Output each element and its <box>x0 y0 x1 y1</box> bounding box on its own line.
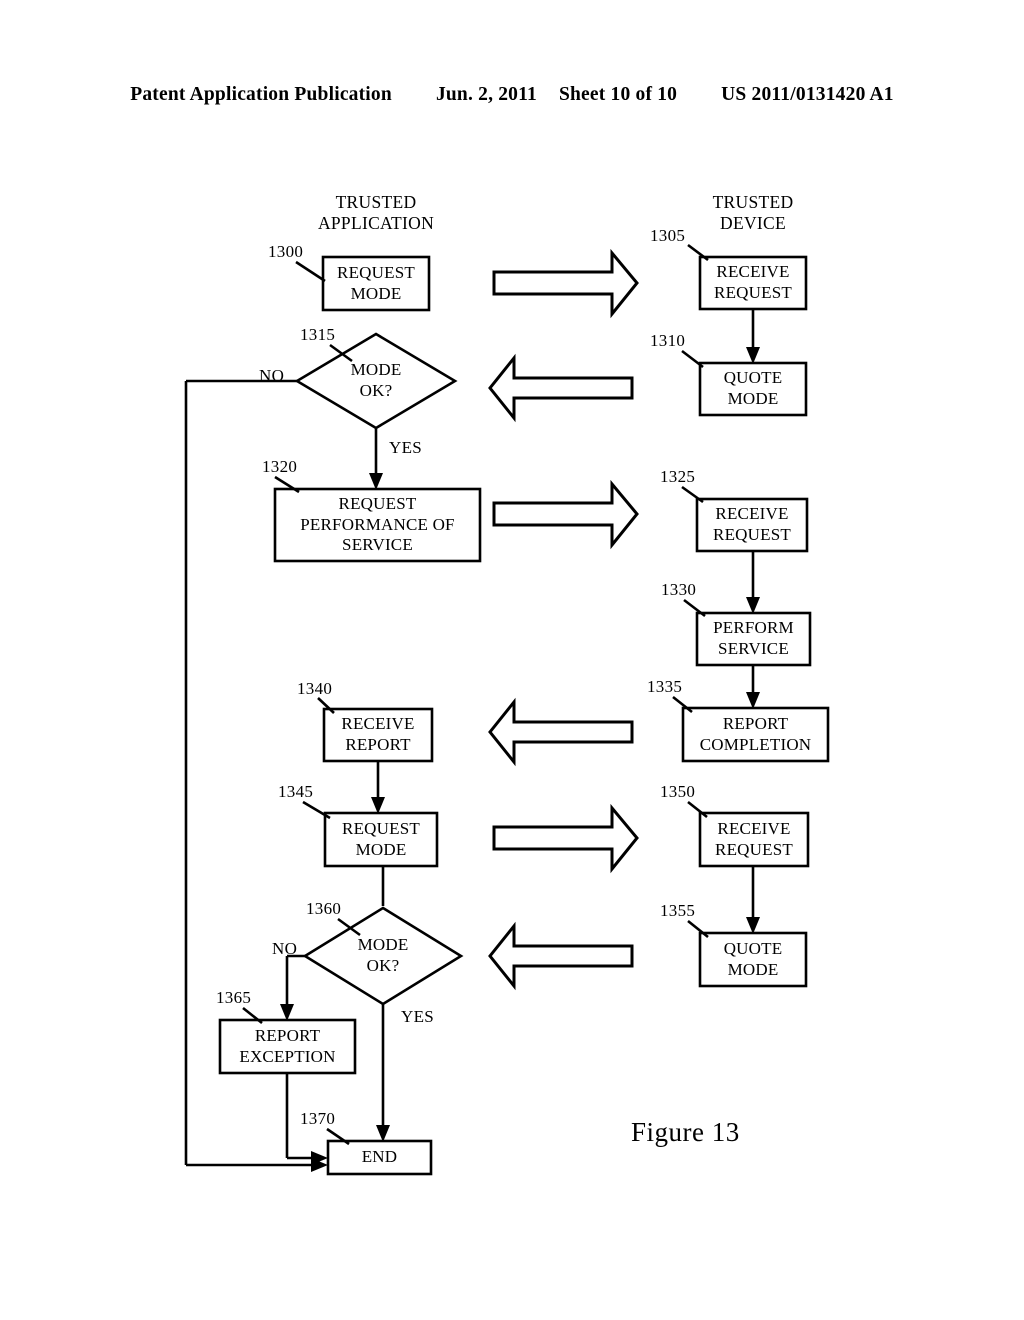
arrowhead-1325-1330 <box>746 597 760 614</box>
node-line1: QUOTE <box>723 938 783 958</box>
node-line2: PERFORMANCE OF <box>300 514 455 534</box>
label-quote-mode-1310: QUOTE MODE <box>700 363 806 415</box>
arrowhead-1360-1370 <box>376 1125 390 1142</box>
block-arrow-request-performance <box>492 479 639 550</box>
node-line2: OK? <box>359 381 393 400</box>
node-line3: SERVICE <box>342 535 413 555</box>
arrowhead-1330-1335 <box>746 692 760 709</box>
label-end-1370: END <box>328 1141 431 1174</box>
refnum-1305: 1305 <box>650 226 686 245</box>
refnum-1310: 1310 <box>650 331 686 350</box>
arrowhead-1305-1310 <box>746 347 760 364</box>
refnum-1320: 1320 <box>262 457 298 476</box>
label-receive-request-1305: RECEIVE REQUEST <box>700 257 806 309</box>
refnum-1335: 1335 <box>647 677 683 696</box>
label-quote-mode-1355: QUOTE MODE <box>700 933 806 986</box>
node-line2: EXCEPTION <box>239 1046 336 1066</box>
branch-label-no-upper: NO <box>259 366 285 385</box>
leader-1300 <box>295 260 326 283</box>
node-line1: RECEIVE <box>715 504 789 524</box>
node-line1: END <box>361 1147 398 1167</box>
arrowhead-1340-1345 <box>371 797 385 814</box>
node-line2: SERVICE <box>718 639 789 658</box>
refnum-1300: 1300 <box>268 242 304 261</box>
node-line1: RECEIVE <box>717 818 791 838</box>
refnum-1370: 1370 <box>300 1109 336 1128</box>
figure-13-flowchart: TRUSTED APPLICATION TRUSTED DEVICE REQUE… <box>0 0 1024 1320</box>
label-perform-service-1330: PERFORM SERVICE <box>697 613 810 665</box>
flowchart-geometry <box>184 243 830 1176</box>
block-arrow-report-completion <box>488 697 634 767</box>
label-receive-report-1340: RECEIVE REPORT <box>324 709 432 761</box>
arrowhead-1360-1365 <box>280 1004 294 1021</box>
label-report-exception-1365: REPORT EXCEPTION <box>220 1020 355 1073</box>
arrowhead-1350-1355 <box>746 917 760 934</box>
label-receive-request-1350: RECEIVE REQUEST <box>700 813 808 866</box>
node-line1: REQUEST <box>337 262 415 282</box>
arrowhead-1315-1320 <box>369 473 383 490</box>
branch-label-no-lower: NO <box>272 939 298 958</box>
node-line1: PERFORM <box>713 618 794 638</box>
node-line2: MODE <box>727 389 779 408</box>
node-line1: REPORT <box>254 1025 321 1045</box>
refnum-1345: 1345 <box>278 782 314 801</box>
node-line1: MODE <box>350 360 402 380</box>
label-report-completion-1335: REPORT COMPLETION <box>683 708 828 761</box>
label-receive-request-1325: RECEIVE REQUEST <box>697 499 807 551</box>
label-mode-ok-1360: MODE OK? <box>333 930 433 982</box>
branch-label-yes-lower: YES <box>401 1007 435 1026</box>
node-line2: REQUEST <box>715 839 793 859</box>
node-line1: RECEIVE <box>716 262 790 282</box>
node-line1: MODE <box>357 935 409 955</box>
refnum-1350: 1350 <box>660 782 696 801</box>
node-line2: MODE <box>355 839 407 859</box>
node-line2: MODE <box>727 959 779 979</box>
label-request-mode-1300: REQUEST MODE <box>323 257 429 310</box>
node-line2: REPORT <box>345 735 411 754</box>
column-title-trusted-device: TRUSTED DEVICE <box>673 192 833 234</box>
label-mode-ok-1315: MODE OK? <box>326 355 426 407</box>
node-line2: REQUEST <box>713 525 791 544</box>
node-line2: REQUEST <box>714 283 792 302</box>
refnum-1315: 1315 <box>300 325 336 344</box>
refnum-1325: 1325 <box>660 467 696 486</box>
node-line1: REQUEST <box>338 493 417 513</box>
refnum-1330: 1330 <box>661 580 697 599</box>
node-line2: MODE <box>350 283 402 303</box>
node-line1: QUOTE <box>723 368 783 388</box>
refnum-1355: 1355 <box>660 901 696 920</box>
node-line1: REPORT <box>722 713 789 733</box>
column-title-line1: TRUSTED <box>712 192 794 212</box>
figure-caption: Figure 13 <box>631 1117 740 1147</box>
block-arrow-quote-mode <box>488 353 634 423</box>
column-title-line2: APPLICATION <box>317 213 435 233</box>
block-arrow-request-mode-2 <box>492 803 639 874</box>
refnum-1365: 1365 <box>216 988 252 1007</box>
label-request-mode-1345: REQUEST MODE <box>325 813 437 866</box>
node-line2: OK? <box>366 956 400 975</box>
node-line1: RECEIVE <box>341 714 415 734</box>
column-title-trusted-application: TRUSTED APPLICATION <box>296 192 456 234</box>
label-request-performance-1320: REQUEST PERFORMANCE OF SERVICE <box>275 489 480 561</box>
node-line2: COMPLETION <box>699 734 812 754</box>
refnum-1340: 1340 <box>297 679 333 698</box>
block-arrow-request-mode <box>492 248 639 319</box>
refnum-1360: 1360 <box>306 899 342 918</box>
column-title-line1: TRUSTED <box>335 192 417 212</box>
block-arrow-quote-mode-2 <box>488 921 634 991</box>
column-title-line2: DEVICE <box>720 213 786 233</box>
branch-label-yes-upper: YES <box>389 438 423 457</box>
node-line1: REQUEST <box>342 818 420 838</box>
